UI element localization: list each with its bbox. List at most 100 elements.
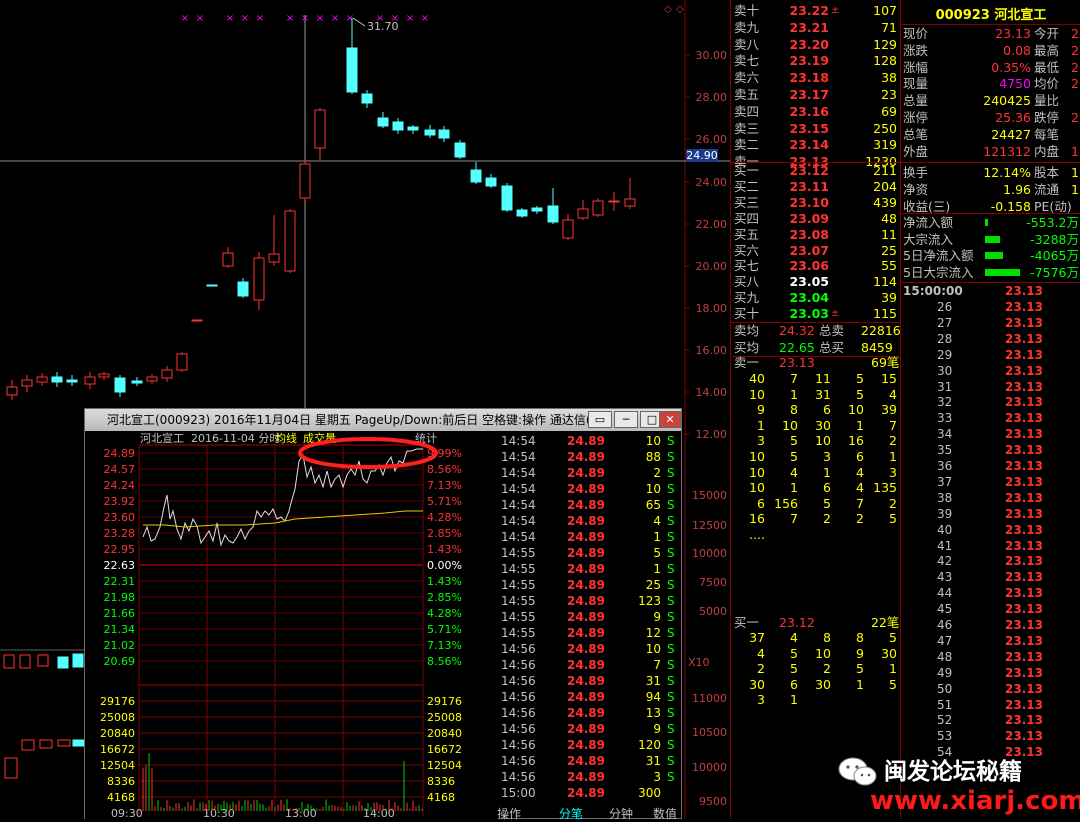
trade-tick-row: 14:54 24.89 10 S [501, 433, 681, 449]
sell-level[interactable]: 卖五 23.17 23 [731, 86, 901, 103]
quote-key: 净资 [903, 181, 928, 198]
tick-price: 23.13 [1005, 491, 1043, 507]
sell-level[interactable]: 卖七 23.19 128 [731, 52, 901, 69]
buy-level[interactable]: 买五 23.08 11 [731, 226, 901, 243]
price-label: 20.69 [104, 655, 136, 668]
buy-level[interactable]: 买三 23.10 439 [731, 194, 901, 211]
tick-minute: 31 [937, 380, 952, 396]
tick-price: 24.89 [567, 769, 605, 785]
buy-level[interactable]: 买十 23.03 115 ± [731, 305, 901, 322]
price-tick: 28.00 [696, 91, 728, 104]
flow-value: -7576万 [1030, 264, 1079, 281]
vol-label: 29176 [100, 695, 135, 708]
vol-tick: 11000 [692, 692, 727, 705]
tab-2[interactable]: 分钟 [609, 805, 633, 822]
level-label: 买十 [734, 305, 759, 322]
sell-level[interactable]: 卖四 23.16 69 [731, 103, 901, 120]
tick-minute: 44 [937, 586, 952, 602]
sell-level[interactable]: 卖二 23.14 319 [731, 136, 901, 153]
quote-value: 121312 [931, 143, 1031, 160]
queue-cell: 10 [731, 386, 765, 403]
candle-body [347, 48, 357, 92]
tick-side: S [667, 593, 675, 609]
tick-time: 14:55 [501, 609, 536, 625]
sell-level[interactable]: 卖三 23.15 250 [731, 120, 901, 137]
trade-tick-row: 14:54 24.89 10 S [501, 481, 681, 497]
level-label: 买四 [734, 210, 759, 227]
tick-minute: 51 [937, 698, 952, 714]
tick-row: 36 23.13 [901, 459, 1080, 475]
queue-cell: 5 [863, 676, 897, 693]
candle-body [408, 127, 418, 130]
tab-0[interactable]: 操作 [497, 805, 521, 822]
quote-key: 涨幅 [903, 59, 928, 76]
tick-row: 45 23.13 [901, 602, 1080, 618]
tick-time: 14:54 [501, 433, 536, 449]
vol-label: 4168 [427, 791, 455, 804]
close-button[interactable]: ✕ [659, 411, 681, 428]
tick-time: 14:56 [501, 673, 536, 689]
intraday-window[interactable]: 河北宣工(000923) 2016年11月04日 星期五 PageUp/Down… [84, 408, 682, 819]
tick-tabs[interactable]: 操作 分笔 分钟 数值 [501, 805, 681, 819]
queue-cell: 15 [863, 370, 897, 387]
tick-row: 34 23.13 [901, 427, 1080, 443]
buy-level[interactable]: 买八 23.05 114 [731, 273, 901, 290]
tick-side: S [667, 609, 675, 625]
watermark-url: www.xiarj.com [870, 786, 1080, 816]
sell-level[interactable]: 卖十 23.22 107 ± [731, 2, 901, 19]
order-summary-row: 卖均 24.32 总卖 22816 [731, 322, 901, 339]
tick-price: 24.89 [567, 577, 605, 593]
tick-side: S [667, 641, 675, 657]
queue-cell: 4 [863, 386, 897, 403]
quote-row: 净资1.96流通1. [901, 181, 1080, 198]
tab-3[interactable]: 数值 [653, 805, 677, 822]
intraday-chart[interactable]: 河北宣工 2016-11-04 分时均线 成交量 统计24.89 9.99%24.57 8… [85, 431, 501, 819]
buy1-queue-row: 4 5 10 9 30 [731, 645, 901, 662]
trade-tick-row: 14:55 24.89 9 S [501, 609, 681, 625]
tick-minute: 50 [937, 682, 952, 698]
tick-price: 23.13 [1005, 427, 1043, 443]
tick-row: 48 23.13 [901, 650, 1080, 666]
chart-stock-name: 河北宣工 [140, 431, 184, 445]
tick-price: 23.13 [1005, 443, 1043, 459]
quote-key: 涨停 [903, 109, 928, 126]
tick-price: 24.89 [567, 449, 605, 465]
tick-time: 14:54 [501, 465, 536, 481]
sell-level[interactable]: 卖八 23.20 129 [731, 36, 901, 53]
sell1-queue-row: 9 8 6 10 39 [731, 401, 901, 418]
tick-price: 23.13 [1005, 618, 1043, 634]
queue-cell: 8 [797, 629, 831, 646]
flow-label: 5日大宗流入 [903, 264, 973, 281]
tick-time: 14:54 [501, 529, 536, 545]
queue-cell: 1 [764, 386, 798, 403]
tab-1[interactable]: 分笔 [559, 805, 583, 822]
quote-value: 25.36 [931, 109, 1031, 126]
tick-time: 15:00 [501, 785, 536, 801]
sell-level[interactable]: 卖六 23.18 38 [731, 69, 901, 86]
pct-label: 1.43% [427, 575, 462, 588]
level-volume: 39 [881, 289, 897, 306]
tick-side: S [667, 545, 675, 561]
tick-time: 14:55 [501, 577, 536, 593]
minimize-button[interactable]: ─ [614, 411, 638, 428]
buy-level[interactable]: 买六 23.07 25 [731, 242, 901, 259]
window-icon-button[interactable]: ▭ [588, 411, 612, 428]
tick-row: 15:00:00 23.13 [901, 284, 1080, 300]
sell-level[interactable]: 卖九 23.21 71 [731, 19, 901, 36]
buy-level[interactable]: 买二 23.11 204 [731, 178, 901, 195]
level-label: 卖二 [734, 136, 759, 153]
tick-price: 23.13 [1005, 507, 1043, 523]
level-price: 23.16 [779, 103, 829, 120]
queue-cell: 5 [863, 510, 897, 527]
tick-minute: 32 [937, 395, 952, 411]
event-marker: × [421, 13, 429, 24]
sell-avg-label: 卖均 [734, 322, 759, 339]
tick-time: 14:56 [501, 689, 536, 705]
candle-body [593, 201, 603, 215]
buy-level[interactable]: 买四 23.09 48 [731, 210, 901, 227]
candle-body [223, 253, 233, 266]
queue-cell: 1 [863, 448, 897, 465]
buy-level[interactable]: 买七 23.06 55 [731, 257, 901, 274]
buy-level[interactable]: 买九 23.04 39 [731, 289, 901, 306]
buy-level[interactable]: 买一 23.12 211 [731, 162, 901, 179]
